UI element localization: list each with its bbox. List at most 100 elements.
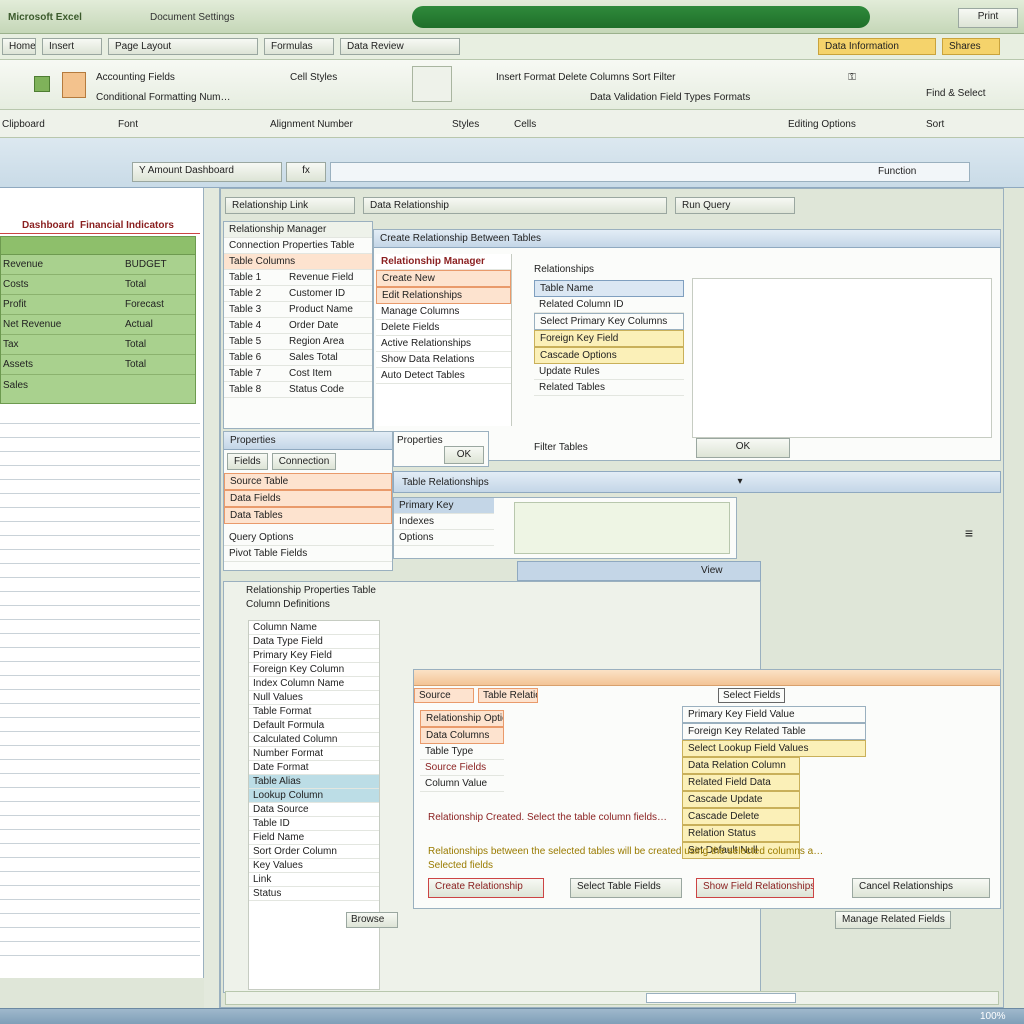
menu-item[interactable]: Auto Detect Tables xyxy=(376,368,511,384)
wizard-tab-relations[interactable]: Table Relations xyxy=(478,687,538,703)
sheet-grid[interactable] xyxy=(0,410,200,962)
tab-fields[interactable]: Fields xyxy=(227,453,268,470)
column-item[interactable]: Table Format xyxy=(249,705,379,719)
data-relationship-button[interactable]: Data Relationship xyxy=(363,196,667,214)
menu-item[interactable]: Create New xyxy=(376,270,511,287)
ok-button[interactable]: OK xyxy=(696,438,790,458)
name-box[interactable]: Y Amount Dashboard xyxy=(132,162,282,182)
list-item[interactable]: Table 1 Revenue Field xyxy=(224,270,372,286)
horizontal-scrollbar[interactable] xyxy=(517,561,761,581)
menu-item[interactable]: Active Relationships xyxy=(376,336,511,352)
properties-list2-item[interactable]: Pivot Table Fields xyxy=(224,546,392,562)
table-row[interactable] xyxy=(1,237,195,255)
column-item[interactable]: Date Format xyxy=(249,761,379,775)
menu-item[interactable]: Manage Columns xyxy=(376,304,511,320)
relationship-item[interactable]: Related Column ID xyxy=(534,297,684,313)
table-row[interactable]: Assets Total xyxy=(1,355,195,375)
column-item[interactable]: Index Column Name xyxy=(249,677,379,691)
list-item[interactable]: Table 6 Sales Total xyxy=(224,350,372,366)
search-bar[interactable] xyxy=(412,6,870,28)
bottom-scrollbar[interactable] xyxy=(225,991,999,1005)
properties-list2-item[interactable]: Query Options xyxy=(224,530,392,546)
menu-item[interactable]: Show Data Relations xyxy=(376,352,511,368)
expand-icon[interactable]: ▾ xyxy=(734,476,746,488)
list-item[interactable]: Table 2 Customer ID xyxy=(224,286,372,302)
relationship-item[interactable]: Update Rules xyxy=(534,364,684,380)
wizard-left-item[interactable]: Source Fields xyxy=(420,760,504,776)
column-item[interactable]: Primary Key Field xyxy=(249,649,379,663)
tab-insert[interactable]: Insert xyxy=(42,38,102,55)
table-row[interactable]: Revenue BUDGET xyxy=(1,255,195,275)
column-item[interactable]: Key Values xyxy=(249,859,379,873)
column-item[interactable]: Table ID xyxy=(249,817,379,831)
relationship-item[interactable]: Select Primary Key Columns xyxy=(534,313,684,330)
table-icon[interactable] xyxy=(62,72,86,98)
list-item[interactable]: Table 5 Region Area xyxy=(224,334,372,350)
tab-formulas[interactable]: Formulas xyxy=(264,38,334,55)
column-item[interactable]: Field Name xyxy=(249,831,379,845)
column-item[interactable]: Data Type Field xyxy=(249,635,379,649)
format-icon[interactable] xyxy=(412,66,452,102)
cancel-relationships-button[interactable]: Cancel Relationships xyxy=(852,878,990,898)
column-item[interactable]: Link xyxy=(249,873,379,887)
sheet-area[interactable]: Dashboard Financial Indicators Revenue B… xyxy=(0,188,204,978)
column-item[interactable]: Table Alias xyxy=(249,775,379,789)
table-row[interactable]: Tax Total xyxy=(1,335,195,355)
column-item[interactable]: Lookup Column xyxy=(249,789,379,803)
wizard-right-item[interactable]: Data Relation Column xyxy=(682,757,800,774)
properties-ok-button[interactable]: OK xyxy=(444,446,484,464)
ribbon-group2-text[interactable]: Cell Styles xyxy=(290,72,370,83)
wizard-left-item[interactable]: Relationship Options xyxy=(420,710,504,727)
chart-icon[interactable] xyxy=(34,76,50,92)
column-item[interactable]: Sort Order Column xyxy=(249,845,379,859)
hamburger-menu-icon[interactable]: ≡ xyxy=(963,526,975,540)
relationship-link-button[interactable]: Relationship Link xyxy=(225,196,355,214)
wizard-left-item[interactable]: Data Columns xyxy=(420,727,504,744)
tab-connection[interactable]: Connection xyxy=(271,453,337,470)
sub-item[interactable]: Primary Key xyxy=(394,498,494,514)
wizard-right-item[interactable]: Cascade Update xyxy=(682,791,800,808)
relationship-item[interactable]: Related Tables xyxy=(534,380,684,396)
column-item[interactable]: Default Formula xyxy=(249,719,379,733)
wizard-right-item[interactable]: Primary Key Field Value xyxy=(682,706,866,723)
list-item[interactable]: Table 7 Cost Item xyxy=(224,366,372,382)
manage-related-fields-button[interactable]: Manage Related Fields xyxy=(835,911,951,929)
menu-item[interactable]: Edit Relationships xyxy=(376,287,511,304)
properties-item[interactable]: Source Table xyxy=(224,473,392,490)
relationship-item[interactable]: Foreign Key Field xyxy=(534,330,684,347)
table-row[interactable]: Net Revenue Actual xyxy=(1,315,195,335)
list-item[interactable]: Table 4 Order Date xyxy=(224,318,372,334)
column-item[interactable]: Number Format xyxy=(249,747,379,761)
column-item[interactable]: Calculated Column xyxy=(249,733,379,747)
column-item[interactable]: Status xyxy=(249,887,379,901)
fx-button[interactable]: fx xyxy=(286,162,326,182)
table-columns-filter[interactable]: Table Columns xyxy=(224,254,372,270)
column-item[interactable]: Data Source xyxy=(249,803,379,817)
run-query-button[interactable]: Run Query xyxy=(675,196,795,214)
table-row[interactable]: Costs Total xyxy=(1,275,195,295)
sub-item[interactable]: Options xyxy=(394,530,494,546)
relationship-item[interactable]: Cascade Options xyxy=(534,347,684,364)
data-information-button[interactable]: Data Information xyxy=(818,38,936,55)
scroll-thumb[interactable] xyxy=(646,993,796,1003)
wizard-tab-source[interactable]: Source xyxy=(414,687,474,703)
wizard-right-item[interactable]: Foreign Key Related Table xyxy=(682,723,866,740)
properties-item[interactable]: Data Fields xyxy=(224,490,392,507)
relationship-item[interactable]: Table Name xyxy=(534,280,684,297)
list-item[interactable]: Table 3 Product Name xyxy=(224,302,372,318)
browse-button[interactable]: Browse xyxy=(346,912,398,928)
wizard-right-item[interactable]: Select Lookup Field Values xyxy=(682,740,866,757)
tab-home[interactable]: Home xyxy=(2,38,36,55)
wizard-right-item[interactable]: Related Field Data xyxy=(682,774,800,791)
show-field-relationships-button[interactable]: Show Field Relationships xyxy=(696,878,814,898)
sub-item[interactable]: Indexes xyxy=(394,514,494,530)
menu-item[interactable]: Delete Fields xyxy=(376,320,511,336)
lock-icon[interactable]: ⚿ xyxy=(846,72,858,84)
print-button[interactable]: Print xyxy=(958,8,1018,28)
wizard-right-item[interactable]: Relation Status xyxy=(682,825,800,842)
wizard-right-item[interactable]: Cascade Delete xyxy=(682,808,800,825)
shares-button[interactable]: Shares xyxy=(942,38,1000,55)
menu-item[interactable]: Relationship Manager xyxy=(376,254,511,270)
column-item[interactable]: Foreign Key Column xyxy=(249,663,379,677)
table-row[interactable]: Sales xyxy=(1,375,195,395)
